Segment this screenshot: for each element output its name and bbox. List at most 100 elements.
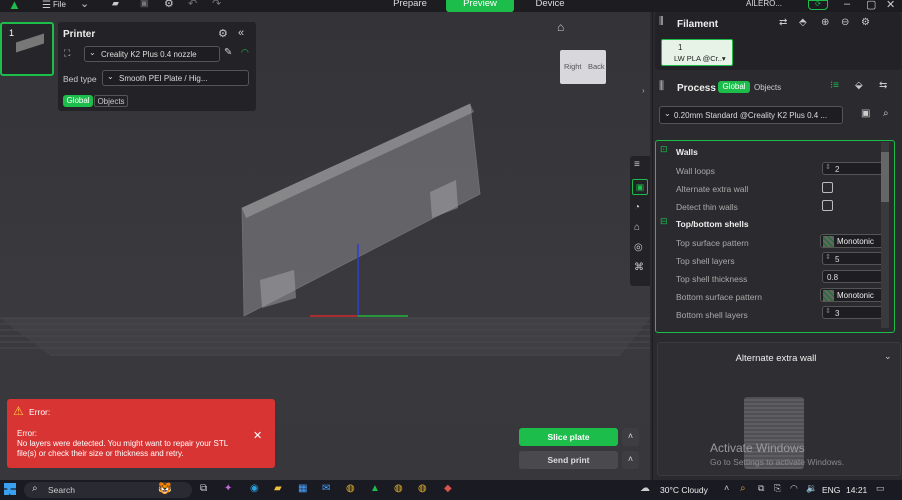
setting-label: Detect thin walls	[676, 202, 738, 212]
layers-icon[interactable]: ≡	[634, 159, 640, 170]
save-icon[interactable]: ▣	[140, 0, 149, 9]
chrome-icon-3[interactable]: ◍	[418, 483, 427, 494]
tray-search-icon[interactable]: ⌕	[740, 483, 746, 494]
tab-prepare[interactable]: Prepare	[380, 0, 440, 12]
windows-start-icon[interactable]	[4, 483, 16, 495]
file-menu[interactable]: File	[53, 0, 66, 9]
spinner-arrows[interactable]: ⇕	[825, 307, 831, 315]
notifications-icon[interactable]: ▭	[876, 483, 885, 494]
send-options-button[interactable]: ˄	[622, 451, 639, 469]
sync-filament-icon[interactable]: ⇄	[779, 17, 787, 28]
file-explorer-icon[interactable]: ▰	[274, 483, 282, 494]
user-name[interactable]: AILERO...	[746, 0, 782, 8]
close-window-icon[interactable]: ✕	[886, 0, 895, 11]
copilot-icon[interactable]: ✦	[224, 483, 232, 494]
undo-icon[interactable]: ↶	[188, 0, 197, 10]
open-icon[interactable]: ▰	[112, 0, 119, 9]
minimize-icon[interactable]: –	[844, 0, 850, 10]
view-cube[interactable]: Right Back	[560, 50, 606, 84]
chevrons-down-icon[interactable]: ⌄	[884, 351, 892, 362]
slicer-app-icon[interactable]: ▲	[370, 483, 380, 494]
redo-icon[interactable]: ↷	[212, 0, 221, 10]
wifi-icon[interactable]: ◠	[241, 47, 249, 58]
weather-cloud-icon[interactable]: ☁	[640, 483, 650, 494]
top-shell-thickness-input[interactable]: 0.8	[822, 270, 884, 283]
tray-copy-icon[interactable]: ⎘	[774, 483, 781, 494]
wifi-icon[interactable]: ◠	[790, 483, 798, 494]
filament-spools-icon: ⫼	[659, 16, 664, 27]
bottom-shell-layers-value: 3	[835, 309, 840, 318]
weather-text[interactable]: 30°C Cloudy	[660, 485, 708, 495]
bed-icon[interactable]: ⌂	[634, 222, 640, 233]
shortcut-icon[interactable]: ⌘	[634, 262, 644, 273]
printer-settings-icon[interactable]: ⚙	[218, 27, 228, 40]
speed-gauge-icon[interactable]: ◔	[634, 202, 640, 213]
detect-thin-walls-checkbox[interactable]	[822, 200, 833, 211]
printer-select[interactable]: ⌄ Creality K2 Plus 0.4 nozzle	[84, 46, 220, 62]
wall-loops-input[interactable]: ⇕ 2	[822, 162, 884, 175]
bottom-shell-layers-input[interactable]: ⇕ 3	[822, 306, 884, 319]
tray-app-icon[interactable]: ⧉	[758, 483, 764, 494]
send-print-button[interactable]: Send print	[519, 451, 618, 469]
error-heading: Error:	[17, 429, 37, 438]
process-profile-select[interactable]: ⌄ 0.20mm Standard @Creality K2 Plus 0.4 …	[659, 106, 843, 124]
edit-printer-icon[interactable]: ✎	[224, 47, 232, 58]
slice-plate-button[interactable]: Slice plate	[519, 428, 618, 446]
task-view-icon[interactable]: ⧉	[200, 483, 207, 494]
spinner-arrows[interactable]: ⇕	[825, 163, 831, 171]
chevron-down-icon[interactable]: ⌄	[80, 0, 89, 10]
process-global-toggle[interactable]: Global	[718, 81, 750, 93]
top-pattern-select[interactable]: Monotonic	[820, 234, 884, 248]
filament-slot[interactable]: 1 LW PLA @Cr..▾	[661, 39, 733, 66]
alternate-extra-wall-checkbox[interactable]	[822, 182, 833, 193]
filament-settings-icon[interactable]: ⚙	[861, 17, 870, 28]
scrollbar-thumb[interactable]	[881, 152, 889, 202]
close-icon[interactable]: ✕	[253, 429, 262, 442]
spinner-arrows[interactable]: ⇕	[825, 253, 831, 261]
compare-icon[interactable]: ⇆	[879, 80, 887, 91]
store-icon[interactable]: ▦	[298, 483, 307, 494]
tab-device[interactable]: Device	[520, 0, 580, 12]
bed-type-select[interactable]: ⌄ Smooth PEI Plate / Hig...	[102, 70, 249, 86]
browser-edge-icon[interactable]: ◉	[250, 483, 259, 494]
ams-icon[interactable]: ⬘	[799, 17, 807, 28]
printer-global-toggle[interactable]: Global	[63, 95, 93, 107]
tray-chevron-up-icon[interactable]: ˄	[724, 483, 729, 493]
brush-icon[interactable]: ⬙	[855, 80, 863, 91]
settings-gear-icon[interactable]: ⚙	[164, 0, 174, 10]
list-icon[interactable]: ⁝≡	[830, 80, 839, 91]
sync-button[interactable]: ⟳	[808, 0, 828, 10]
printer-objects-toggle[interactable]: Objects	[94, 95, 128, 107]
app-icon[interactable]: ◆	[444, 483, 452, 494]
top-shell-layers-input[interactable]: ⇕ 5	[822, 252, 884, 265]
preview-viewport[interactable]: 1 Printer ⚙ « ⛶ ⌄ Creality K2 Plus 0.4 n…	[0, 12, 650, 480]
bottom-pattern-select[interactable]: Monotonic	[820, 288, 884, 302]
hamburger-menu-icon[interactable]: ☰	[42, 0, 51, 11]
taskbar-search-box[interactable]: ⌕ Search 🐯	[24, 482, 192, 498]
add-filament-icon[interactable]: ⊕	[821, 17, 829, 28]
slice-options-button[interactable]: ˄	[622, 428, 639, 446]
volume-icon[interactable]: 🔉	[806, 483, 817, 494]
process-objects-toggle[interactable]: Objects	[754, 83, 781, 92]
save-profile-icon[interactable]: ▣	[861, 108, 870, 119]
remove-filament-icon[interactable]: ⊖	[841, 17, 849, 28]
mail-icon[interactable]: ✉	[322, 483, 330, 494]
chrome-icon[interactable]: ◍	[346, 483, 355, 494]
home-icon[interactable]: ⌂	[557, 20, 564, 34]
tab-preview[interactable]: Preview	[446, 0, 514, 12]
search-icon[interactable]: ⌕	[883, 108, 889, 119]
clock[interactable]: 14:21	[846, 485, 867, 495]
chrome-icon-2[interactable]: ◍	[394, 483, 403, 494]
settings-list[interactable]: ⊡ Walls Wall loops ⇕ 2 Alternate extra w…	[655, 140, 895, 333]
app-logo-icon[interactable]: ▲	[8, 0, 21, 12]
restore-icon[interactable]: ▢	[866, 0, 876, 11]
collapse-panel-icon[interactable]: «	[238, 27, 244, 39]
setting-label: Wall loops	[676, 166, 715, 176]
plate-thumbnail[interactable]: 1	[0, 22, 54, 76]
panel-collapse-arrow[interactable]: ›	[642, 86, 645, 95]
object-view-icon[interactable]: ▣	[632, 179, 648, 195]
target-icon[interactable]: ◎	[634, 242, 643, 253]
bed-type-value: Smooth PEI Plate / Hig...	[119, 74, 208, 83]
language-indicator[interactable]: ENG	[822, 485, 840, 495]
settings-scrollbar[interactable]	[881, 142, 889, 328]
